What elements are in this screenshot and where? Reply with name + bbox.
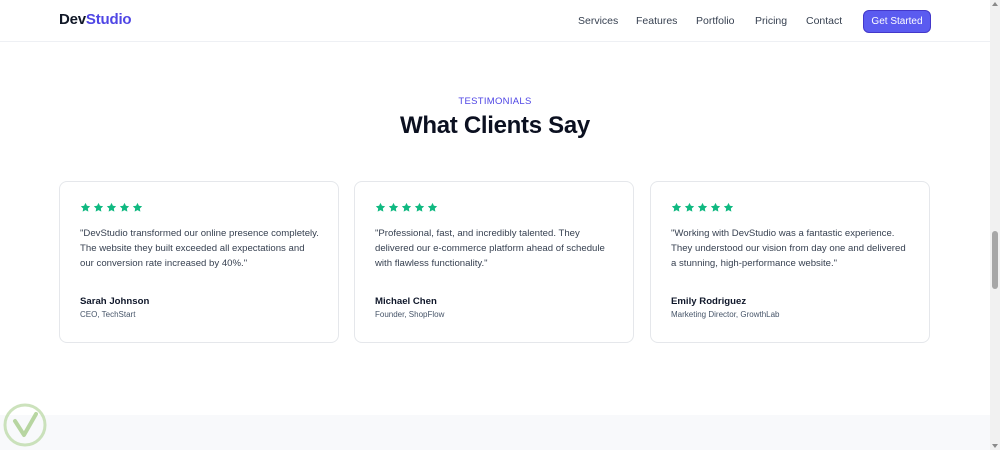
top-navbar: DevStudio Services Features Portfolio Pr… [0, 0, 990, 42]
star-icon [106, 202, 117, 212]
testimonial-card: "Working with DevStudio was a fantastic … [650, 181, 930, 343]
star-icon [427, 202, 438, 212]
testimonial-card: "DevStudio transformed our online presen… [59, 181, 339, 343]
star-icon [80, 202, 91, 212]
logo-text-dev: Dev [59, 11, 86, 28]
star-icon [401, 202, 412, 212]
testimonial-author-name: Michael Chen [375, 296, 437, 307]
check-shield-icon [3, 403, 47, 447]
logo-text-studio: Studio [85, 11, 132, 28]
section-title: What Clients Say [400, 112, 590, 139]
get-started-button[interactable]: Get Started [863, 10, 931, 33]
star-icon [671, 202, 682, 212]
next-section-band [0, 415, 990, 450]
star-icon [723, 202, 734, 212]
star-icon [414, 202, 425, 212]
nav-link-contact[interactable]: Contact [806, 15, 842, 27]
scroll-up-arrow-icon[interactable] [992, 2, 998, 6]
rating-stars [375, 202, 613, 214]
testimonial-card: "Professional, fast, and incredibly tale… [354, 181, 634, 343]
testimonial-author-role: Founder, ShopFlow [375, 310, 445, 319]
scrollbar-thumb[interactable] [992, 231, 998, 289]
star-icon [684, 202, 695, 212]
star-icon [375, 202, 386, 212]
star-icon [119, 202, 130, 212]
nav-link-pricing[interactable]: Pricing [755, 15, 787, 27]
testimonial-author-name: Emily Rodriguez [671, 296, 747, 307]
logo[interactable]: DevStudio [59, 11, 132, 28]
star-icon [388, 202, 399, 212]
testimonial-quote: "Professional, fast, and incredibly tale… [375, 228, 605, 269]
nav-link-services[interactable]: Services [578, 15, 618, 27]
star-icon [93, 202, 104, 212]
star-icon [697, 202, 708, 212]
section-eyebrow: TESTIMONIALS [458, 96, 532, 107]
page-scrollbar[interactable] [990, 0, 1000, 450]
nav-link-portfolio[interactable]: Portfolio [696, 15, 735, 27]
testimonial-author-name: Sarah Johnson [80, 296, 150, 307]
nav-link-features[interactable]: Features [636, 15, 677, 27]
testimonial-author-role: Marketing Director, GrowthLab [671, 310, 780, 319]
testimonial-author-role: CEO, TechStart [80, 310, 136, 319]
testimonial-quote: "DevStudio transformed our online presen… [80, 228, 319, 269]
star-icon [132, 202, 143, 212]
rating-stars [80, 202, 318, 214]
star-icon [710, 202, 721, 212]
rating-stars [671, 202, 909, 214]
scroll-down-arrow-icon[interactable] [992, 444, 998, 448]
testimonial-quote: "Working with DevStudio was a fantastic … [671, 228, 906, 269]
